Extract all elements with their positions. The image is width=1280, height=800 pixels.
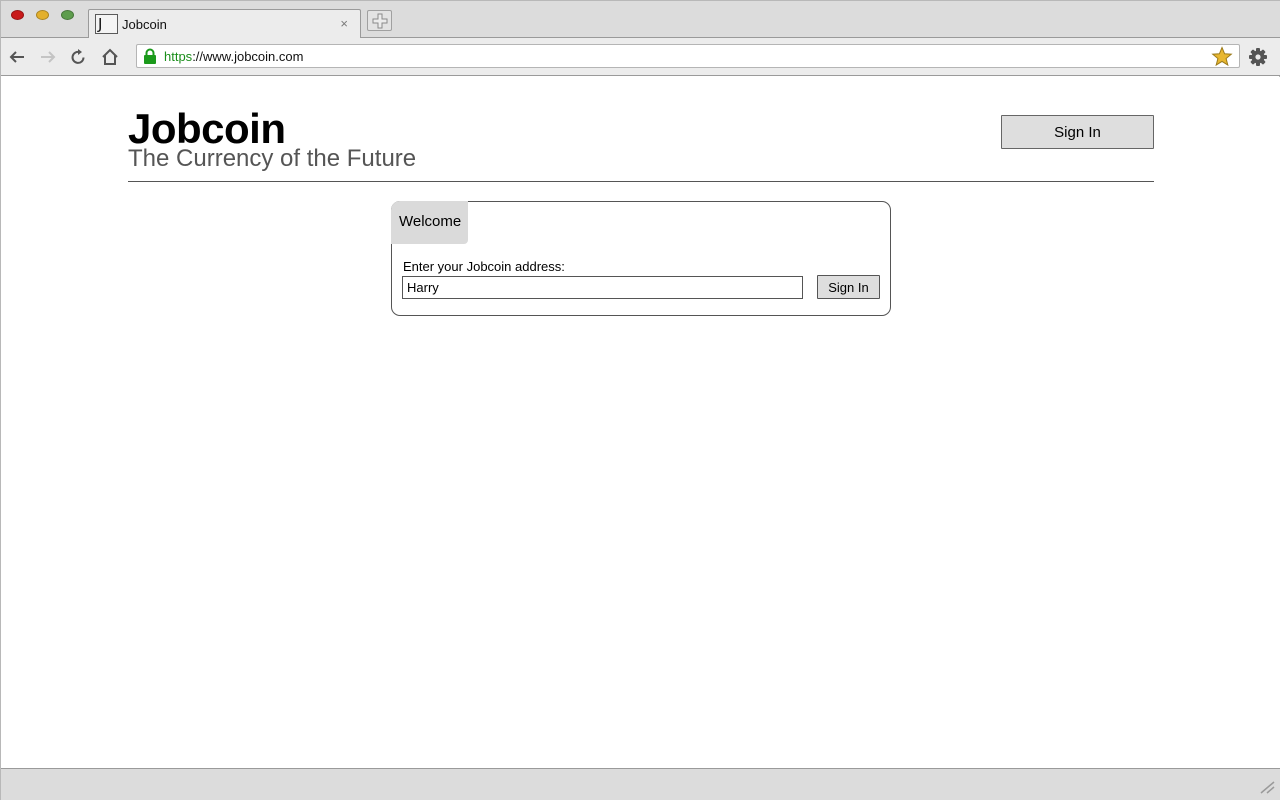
sign-in-button[interactable]: Sign In [817,275,880,299]
browser-toolbar: https://www.jobcoin.com [1,38,1280,76]
tab-close-button[interactable]: × [340,16,348,31]
url-text: https://www.jobcoin.com [164,49,303,64]
gear-icon[interactable] [1248,47,1268,67]
page-content: Jobcoin The Currency of the Future Sign … [1,77,1280,768]
back-button[interactable] [7,47,27,67]
forward-button[interactable] [38,47,58,67]
browser-window: J Jobcoin × https://www.jobcoin.com Jobc… [0,0,1280,800]
home-icon [102,48,118,65]
login-panel: Welcome Enter your Jobcoin address: Sign… [391,201,891,316]
plus-icon [372,13,388,29]
window-minimize-button[interactable] [36,10,49,20]
forward-arrow-icon [41,51,56,63]
brand-tagline: The Currency of the Future [128,145,417,172]
window-close-button[interactable] [11,10,24,20]
reload-icon [71,49,85,64]
header-divider [128,181,1154,182]
url-scheme: https [164,49,193,64]
back-arrow-icon [9,51,24,63]
window-maximize-button[interactable] [61,10,74,20]
status-bar [1,768,1280,800]
new-tab-button[interactable] [367,10,392,31]
url-host: ://www.jobcoin.com [192,49,304,64]
lock-icon [144,48,156,64]
welcome-tab[interactable]: Welcome [391,201,468,244]
address-input[interactable] [402,276,803,299]
home-button[interactable] [100,47,120,67]
resize-grip-icon[interactable] [1259,780,1275,794]
address-bar[interactable]: https://www.jobcoin.com [136,44,1240,68]
star-icon[interactable] [1211,46,1233,67]
browser-tab[interactable]: J Jobcoin × [88,9,361,39]
header-sign-in-button[interactable]: Sign In [1001,115,1154,149]
tab-title: Jobcoin [122,17,167,32]
favicon-icon: J [95,14,118,34]
reload-button[interactable] [68,47,88,67]
tab-strip: J Jobcoin × [1,1,1280,39]
address-label: Enter your Jobcoin address: [403,259,565,274]
